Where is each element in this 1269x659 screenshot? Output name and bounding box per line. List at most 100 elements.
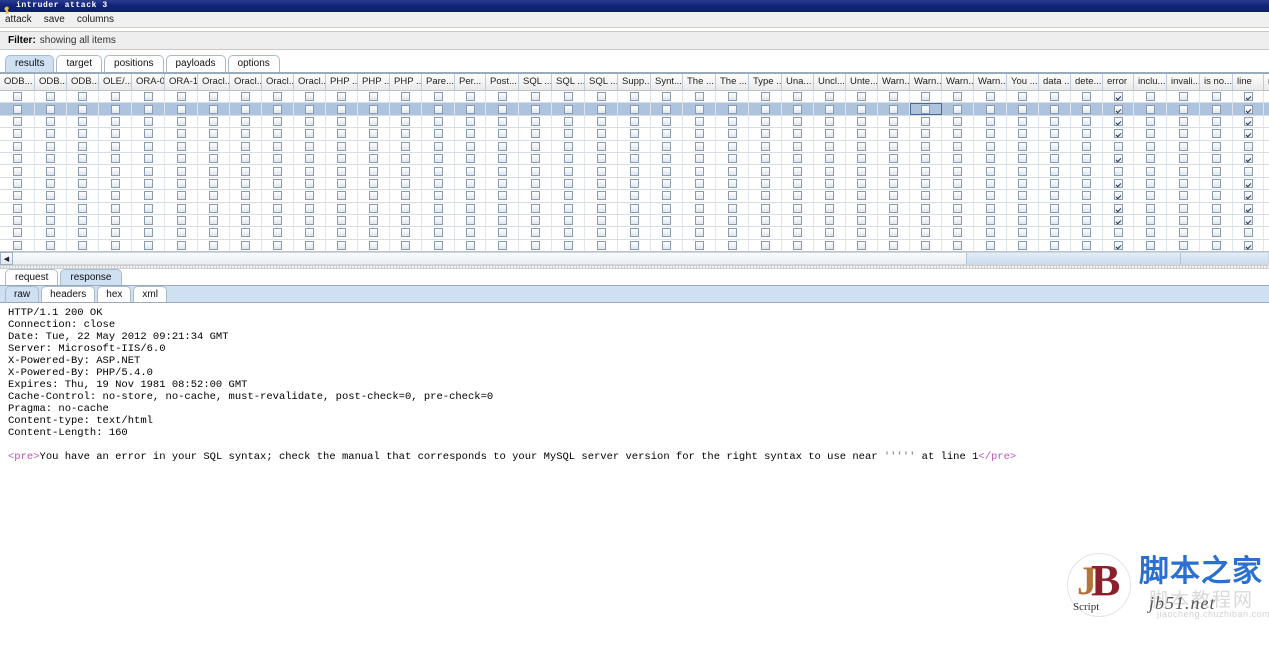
table-cell[interactable] <box>1200 190 1233 202</box>
table-row[interactable] <box>0 177 1269 191</box>
checkbox-icon[interactable] <box>143 116 153 126</box>
checkbox-icon[interactable] <box>985 116 995 126</box>
checkbox-icon[interactable] <box>793 154 802 164</box>
checkbox-icon[interactable] <box>273 228 282 238</box>
table-cell[interactable] <box>683 115 716 128</box>
checkbox-icon[interactable] <box>825 203 834 213</box>
table-cell[interactable] <box>846 115 878 128</box>
table-cell[interactable] <box>35 190 67 202</box>
table-cell[interactable] <box>67 214 99 227</box>
checkbox-icon[interactable] <box>985 191 995 201</box>
checkbox-icon[interactable] <box>629 92 639 102</box>
table-cell[interactable] <box>1071 165 1103 177</box>
table-cell[interactable] <box>974 140 1007 152</box>
checkbox-icon[interactable] <box>953 154 962 164</box>
checkbox-icon[interactable] <box>337 116 346 126</box>
table-cell[interactable] <box>974 115 1007 128</box>
table-cell[interactable] <box>1039 115 1071 128</box>
checkbox-icon[interactable] <box>563 178 573 188</box>
checkbox-icon[interactable] <box>953 240 962 250</box>
table-cell[interactable] <box>455 91 486 103</box>
table-cell[interactable] <box>1134 103 1167 115</box>
table-cell[interactable] <box>35 165 67 177</box>
checkbox-icon[interactable] <box>46 92 55 102</box>
checkbox-icon[interactable] <box>176 116 186 126</box>
checkbox-icon[interactable] <box>1018 129 1027 139</box>
checkbox-icon[interactable] <box>1178 129 1188 139</box>
checkbox-icon[interactable] <box>1145 228 1155 238</box>
table-cell[interactable] <box>782 239 814 251</box>
tab-payloads[interactable]: payloads <box>165 55 226 72</box>
table-cell[interactable] <box>1071 202 1103 214</box>
column-header[interactable]: Supp... <box>618 74 651 90</box>
table-cell[interactable] <box>262 165 294 177</box>
table-cell[interactable] <box>326 227 358 239</box>
checkbox-icon[interactable] <box>629 240 639 250</box>
column-header[interactable]: ODB... <box>67 74 99 90</box>
table-cell[interactable] <box>1264 165 1269 176</box>
table-cell[interactable] <box>878 103 910 115</box>
table-cell[interactable] <box>618 177 651 190</box>
table-cell[interactable] <box>486 103 519 115</box>
checkbox-icon[interactable] <box>889 92 898 102</box>
table-cell[interactable] <box>519 128 552 140</box>
checkbox-icon[interactable] <box>1113 104 1123 114</box>
checkbox-icon[interactable] <box>305 141 314 151</box>
checkbox-icon[interactable] <box>143 92 153 102</box>
table-cell[interactable] <box>519 202 552 214</box>
table-cell[interactable] <box>519 214 552 227</box>
table-cell[interactable] <box>198 177 230 190</box>
checkbox-icon[interactable] <box>760 129 770 139</box>
checkbox-icon[interactable] <box>143 191 153 201</box>
checkbox-icon[interactable] <box>825 240 834 250</box>
table-cell[interactable] <box>358 103 390 115</box>
table-cell[interactable] <box>878 177 910 190</box>
table-cell[interactable] <box>326 202 358 214</box>
checkbox-icon[interactable] <box>1243 141 1253 151</box>
checkbox-icon[interactable] <box>1243 203 1253 213</box>
checkbox-icon[interactable] <box>1050 104 1059 114</box>
table-cell[interactable] <box>846 214 878 227</box>
table-cell[interactable] <box>67 103 99 115</box>
checkbox-icon[interactable] <box>369 228 378 238</box>
checkbox-icon[interactable] <box>433 228 443 238</box>
checkbox-icon[interactable] <box>78 166 87 176</box>
checkbox-icon[interactable] <box>596 228 606 238</box>
checkbox-icon[interactable] <box>305 240 314 250</box>
column-header[interactable]: OLE/... <box>99 74 132 90</box>
checkbox-icon[interactable] <box>563 191 573 201</box>
table-cell[interactable] <box>132 177 165 190</box>
table-cell[interactable] <box>35 227 67 239</box>
table-cell[interactable] <box>262 115 294 128</box>
table-cell[interactable] <box>455 214 486 227</box>
table-cell[interactable] <box>942 140 974 152</box>
table-cell[interactable] <box>294 239 326 251</box>
checkbox-icon[interactable] <box>889 203 898 213</box>
checkbox-icon[interactable] <box>1050 203 1059 213</box>
table-cell[interactable] <box>326 190 358 202</box>
table-cell[interactable] <box>1264 141 1269 152</box>
column-header[interactable]: SQL ... <box>519 74 552 90</box>
checkbox-icon[interactable] <box>1113 191 1123 201</box>
table-cell[interactable] <box>1103 152 1134 165</box>
table-cell[interactable] <box>1071 190 1103 202</box>
table-cell[interactable] <box>0 128 35 140</box>
table-cell[interactable] <box>390 177 422 190</box>
checkbox-icon[interactable] <box>530 92 540 102</box>
table-cell[interactable] <box>749 190 782 202</box>
checkbox-icon[interactable] <box>497 154 507 164</box>
table-cell[interactable] <box>552 152 585 165</box>
table-cell[interactable] <box>99 140 132 152</box>
checkbox-icon[interactable] <box>1082 178 1091 188</box>
table-cell[interactable] <box>165 177 198 190</box>
table-cell[interactable] <box>165 190 198 202</box>
table-cell[interactable] <box>716 190 749 202</box>
table-cell[interactable] <box>814 103 846 115</box>
checkbox-icon[interactable] <box>241 178 250 188</box>
table-cell[interactable] <box>1007 152 1039 165</box>
table-cell[interactable] <box>974 128 1007 140</box>
checkbox-icon[interactable] <box>497 228 507 238</box>
column-header[interactable]: Oracl... <box>294 74 326 90</box>
checkbox-icon[interactable] <box>241 154 250 164</box>
checkbox-icon[interactable] <box>760 228 770 238</box>
